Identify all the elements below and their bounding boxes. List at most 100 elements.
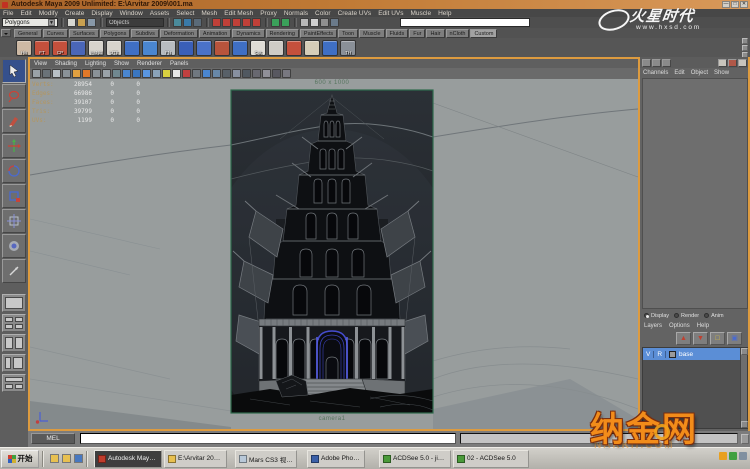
shelf-tool-icon[interactable]: Out [250, 40, 266, 56]
select-component-icon[interactable] [193, 18, 202, 27]
layer-color-swatch[interactable] [669, 351, 676, 358]
shelf-tool-icon[interactable]: UTE [106, 40, 122, 56]
shelf-tool-icon[interactable] [268, 40, 284, 56]
shelf-tab[interactable]: Dynamics [232, 29, 264, 38]
shelf-tab[interactable]: Deformation [160, 29, 198, 38]
rotate-tool-button[interactable] [2, 159, 26, 183]
panel-toolbar-icon[interactable] [222, 69, 231, 78]
start-button[interactable]: 开始 [1, 450, 39, 468]
scroll-up-icon[interactable] [741, 348, 748, 355]
open-scene-icon[interactable] [77, 18, 86, 27]
channel-box-menu-item[interactable]: Object [691, 70, 708, 76]
layout-split-button[interactable] [2, 374, 26, 392]
shelf-tab[interactable]: Subdivs [131, 29, 159, 38]
paint-select-tool-button[interactable] [2, 109, 26, 133]
taskbar-task-button[interactable]: Adobe Photoshop [307, 450, 365, 468]
panel-toolbar-icon[interactable] [212, 69, 221, 78]
input-connections-icon[interactable] [271, 18, 280, 27]
menu-item[interactable]: Normals [284, 10, 308, 17]
render-icon[interactable] [310, 18, 319, 27]
panel-toolbar-icon[interactable] [52, 69, 61, 78]
panel-toolbar-icon[interactable] [282, 69, 291, 78]
panel-menu-item[interactable]: Panels [170, 61, 188, 67]
shelf-tool-icon[interactable]: HsNd [88, 40, 104, 56]
shelf-tool-icon[interactable] [178, 40, 194, 56]
output-list-icon[interactable] [662, 59, 671, 67]
panel-toolbar-icon[interactable] [152, 69, 161, 78]
create-empty-layer-icon[interactable]: □ [710, 332, 725, 345]
menu-item[interactable]: Edit [20, 10, 31, 17]
layer-mode-radio[interactable]: Anim [704, 313, 724, 319]
menu-item[interactable]: Help [438, 10, 451, 17]
toggle-icon[interactable] [742, 38, 748, 44]
panel-toolbar-icon[interactable] [162, 69, 171, 78]
move-layer-down-icon[interactable]: ▼ [693, 332, 708, 345]
panel-toolbar-icon[interactable] [252, 69, 261, 78]
ipr-render-icon[interactable] [320, 18, 329, 27]
menu-item[interactable]: Display [91, 10, 112, 17]
shelf-tab[interactable]: Surfaces [69, 29, 99, 38]
layout-two-pane-button[interactable] [2, 334, 26, 352]
channel-box-empty-area[interactable] [642, 78, 748, 309]
shelf-tab[interactable]: Hair [426, 29, 444, 38]
layer-mode-radio[interactable]: Display [644, 313, 669, 319]
shelf-tab-menu-icon[interactable] [1, 29, 11, 37]
taskbar-task-button[interactable]: ACDSee 5.0 - jiecheng [379, 450, 451, 468]
shelf-tool-icon[interactable] [70, 40, 86, 56]
shelf-tab[interactable]: General [14, 29, 42, 38]
menu-item[interactable]: Create UVs [338, 10, 372, 17]
menu-set-selector[interactable]: Polygons ▼ [2, 18, 58, 27]
shelf-tool-icon[interactable] [214, 40, 230, 56]
shelf-tool-icon[interactable] [124, 40, 140, 56]
panel-toolbar-icon[interactable] [132, 69, 141, 78]
panel-toolbar-icon[interactable] [122, 69, 131, 78]
new-scene-icon[interactable] [67, 18, 76, 27]
layout-persp-outliner-button[interactable] [2, 354, 26, 372]
panel-toolbar-icon[interactable] [112, 69, 121, 78]
shelf-tab[interactable]: Custom [470, 29, 497, 38]
menu-item[interactable]: Color [315, 10, 331, 17]
panel-toolbar-icon[interactable] [102, 69, 111, 78]
show-desktop-icon[interactable] [74, 454, 83, 463]
hyperbuild-icon[interactable] [738, 59, 747, 67]
render-settings-icon[interactable] [330, 18, 339, 27]
select-tool-button[interactable] [2, 59, 26, 83]
input-list-icon[interactable] [652, 59, 661, 67]
menu-item[interactable]: File [3, 10, 13, 17]
shelf-tab[interactable]: Animation [199, 29, 231, 38]
panel-toolbar-icon[interactable] [82, 69, 91, 78]
menu-item[interactable]: Assets [150, 10, 170, 17]
menu-item[interactable]: Mesh [201, 10, 217, 17]
panel-toolbar-icon[interactable] [262, 69, 271, 78]
snap-view-plane-icon[interactable] [242, 18, 251, 27]
taskbar-task-button[interactable]: Mars CS3 视频教程 [235, 450, 297, 468]
shelf-tab[interactable]: PaintEffects [300, 29, 337, 38]
select-object-icon[interactable] [183, 18, 192, 27]
panel-toolbar-icon[interactable] [172, 69, 181, 78]
layer-row[interactable]: V R base [643, 348, 747, 360]
panel-menu-item[interactable]: View [34, 61, 47, 67]
shelf-tool-icon[interactable]: FN [160, 40, 176, 56]
selection-mask-field[interactable] [106, 18, 164, 27]
move-tool-button[interactable] [2, 134, 26, 158]
lasso-tool-button[interactable] [2, 84, 26, 108]
panel-menu-item[interactable]: Lighting [85, 61, 106, 67]
layout-single-pane-button[interactable] [2, 294, 26, 312]
layer-mode-radio[interactable]: Render [674, 313, 699, 319]
move-layer-up-icon[interactable]: ▲ [676, 332, 691, 345]
channel-box-menu-item[interactable]: Show [714, 70, 729, 76]
shelf-tool-icon[interactable] [286, 40, 302, 56]
speed-state-icon[interactable] [728, 59, 737, 67]
layer-editor-menu-item[interactable]: Options [669, 323, 690, 329]
panel-toolbar-icon[interactable] [202, 69, 211, 78]
menu-item[interactable]: Edit Mesh [224, 10, 253, 17]
show-manipulator-tool-button[interactable] [2, 259, 26, 283]
shelf-tab[interactable]: Toon [338, 29, 358, 38]
select-hierarchy-icon[interactable] [173, 18, 182, 27]
panel-toolbar-icon[interactable] [272, 69, 281, 78]
panel-toolbar-icon[interactable] [142, 69, 151, 78]
menu-item[interactable]: Muscle [410, 10, 431, 17]
shelf-tool-icon[interactable]: FT [34, 40, 50, 56]
shelf-tab[interactable]: Fluids [386, 29, 409, 38]
save-scene-icon[interactable] [87, 18, 96, 27]
